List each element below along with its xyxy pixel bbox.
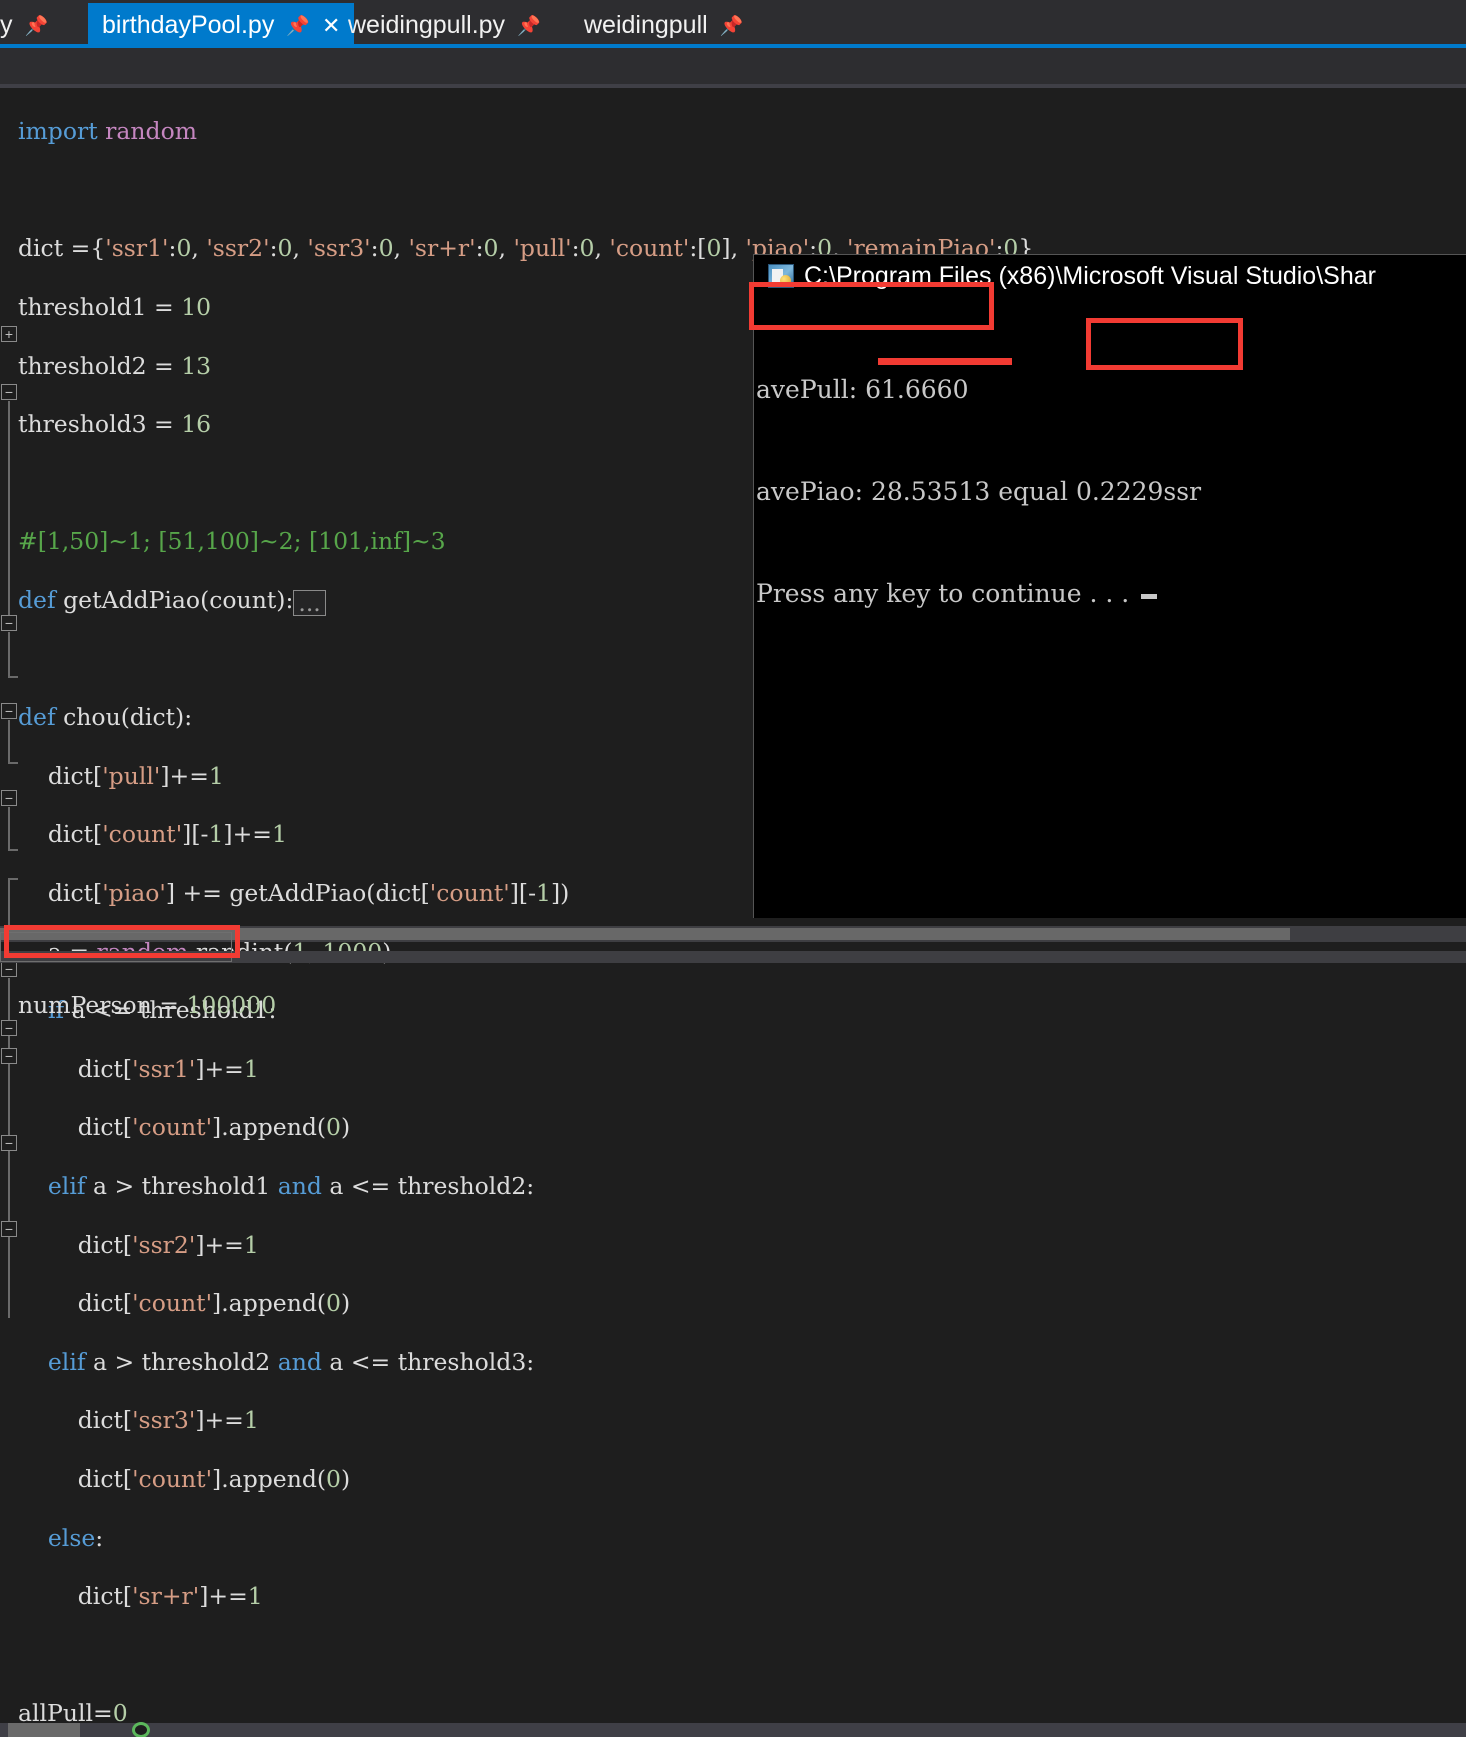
- code-line: dict['count'].append(0): [18, 1464, 351, 1493]
- console-window[interactable]: C:\Program Files (x86)\Microsoft Visual …: [753, 254, 1466, 918]
- console-app-icon: [768, 264, 794, 288]
- fold-collapse-while[interactable]: −: [1, 1020, 17, 1036]
- collapsed-block[interactable]: ...: [293, 590, 326, 617]
- outline-line-elif2: [8, 807, 10, 849]
- outline-line-else: [8, 878, 10, 928]
- tab-partial[interactable]: y 📌: [0, 3, 62, 48]
- code-line: elif a > threshold1 and a <= threshold2:: [47, 1171, 535, 1200]
- code-line: else:: [47, 1523, 104, 1552]
- outline-line-chou: [8, 401, 10, 629]
- console-prompt-text: Press any key to continue . . .: [756, 579, 1130, 608]
- fold-collapse-elif-ssr1[interactable]: −: [1, 1135, 17, 1151]
- outline-tick-if1: [8, 676, 18, 678]
- pin-icon[interactable]: 📌: [286, 14, 310, 38]
- fold-collapse-for[interactable]: −: [1, 961, 17, 977]
- fold-collapse-if-ssr1[interactable]: −: [1, 1048, 17, 1064]
- tab-weidingpull-py[interactable]: weidingpull.py 📌: [334, 3, 555, 48]
- console-caret: [1141, 594, 1158, 599]
- code-line: dict['sr+r']+=1: [18, 1582, 263, 1611]
- fold-collapse-if1[interactable]: −: [1, 615, 17, 631]
- pin-icon[interactable]: 📌: [517, 14, 541, 38]
- code-line: import random: [18, 117, 198, 146]
- console-output: avePull: 61.6660 avePiao: 28.53513 equal…: [754, 297, 1466, 918]
- fold-collapse-else-chou[interactable]: −: [1, 1221, 17, 1237]
- editor-toolbar-strip: [0, 48, 1466, 84]
- code-line: dict['count'].append(0): [18, 1289, 351, 1318]
- fold-expand-getaddpiao[interactable]: +: [1, 326, 17, 342]
- code-line: dict['count'].append(0): [18, 1113, 351, 1142]
- outline-line-if1: [8, 632, 10, 676]
- fold-collapse-elif1[interactable]: −: [1, 703, 17, 719]
- tab-label: weidingpull: [584, 11, 708, 39]
- console-line-avepull: avePull: 61.6660: [756, 375, 969, 404]
- console-line-avepiao: avePiao: 28.53513 equal 0.2229ssr: [756, 477, 1202, 506]
- outline-tick-elif2: [8, 849, 18, 851]
- vs-editor-window: y 📌 birthdayPool.py 📌 ✕ weidingpull.py 📌…: [0, 0, 1466, 1737]
- tab-birthdaypool[interactable]: birthdayPool.py 📌 ✕: [88, 3, 355, 48]
- editor-outline-gutter[interactable]: + − − − − − − − − −: [0, 88, 18, 1717]
- tab-strip: y 📌 birthdayPool.py 📌 ✕ weidingpull.py 📌…: [0, 0, 1466, 48]
- pin-icon[interactable]: 📌: [25, 14, 49, 38]
- outline-tick-elif1: [8, 762, 18, 764]
- console-line-prompt: Press any key to continue . . .: [754, 577, 1466, 611]
- tab-label: birthdayPool.py: [102, 11, 275, 39]
- code-line: dict['ssr3']+=1: [18, 1406, 259, 1435]
- console-title-text: C:\Program Files (x86)\Microsoft Visual …: [804, 261, 1376, 290]
- fold-collapse-elif2[interactable]: −: [1, 790, 17, 806]
- tab-weidingpull[interactable]: weidingpull 📌: [570, 3, 757, 48]
- code-line: elif a > threshold2 and a <= threshold3:: [47, 1347, 535, 1376]
- bottom-status-strip: [0, 1723, 1466, 1737]
- console-title-bar[interactable]: C:\Program Files (x86)\Microsoft Visual …: [754, 255, 1466, 297]
- selected-line-text-layer[interactable]: numPerson = 100000: [18, 932, 276, 1078]
- outline-line-elif1: [8, 720, 10, 762]
- bottom-tool-tab[interactable]: [8, 1723, 80, 1737]
- pin-icon[interactable]: 📌: [720, 14, 744, 38]
- run-status-icon[interactable]: [132, 1722, 150, 1737]
- tab-partial-label: y: [0, 11, 13, 39]
- tab-label: weidingpull.py: [348, 11, 506, 39]
- fold-collapse-chou[interactable]: −: [1, 384, 17, 400]
- code-line: dict['ssr2']+=1: [18, 1230, 259, 1259]
